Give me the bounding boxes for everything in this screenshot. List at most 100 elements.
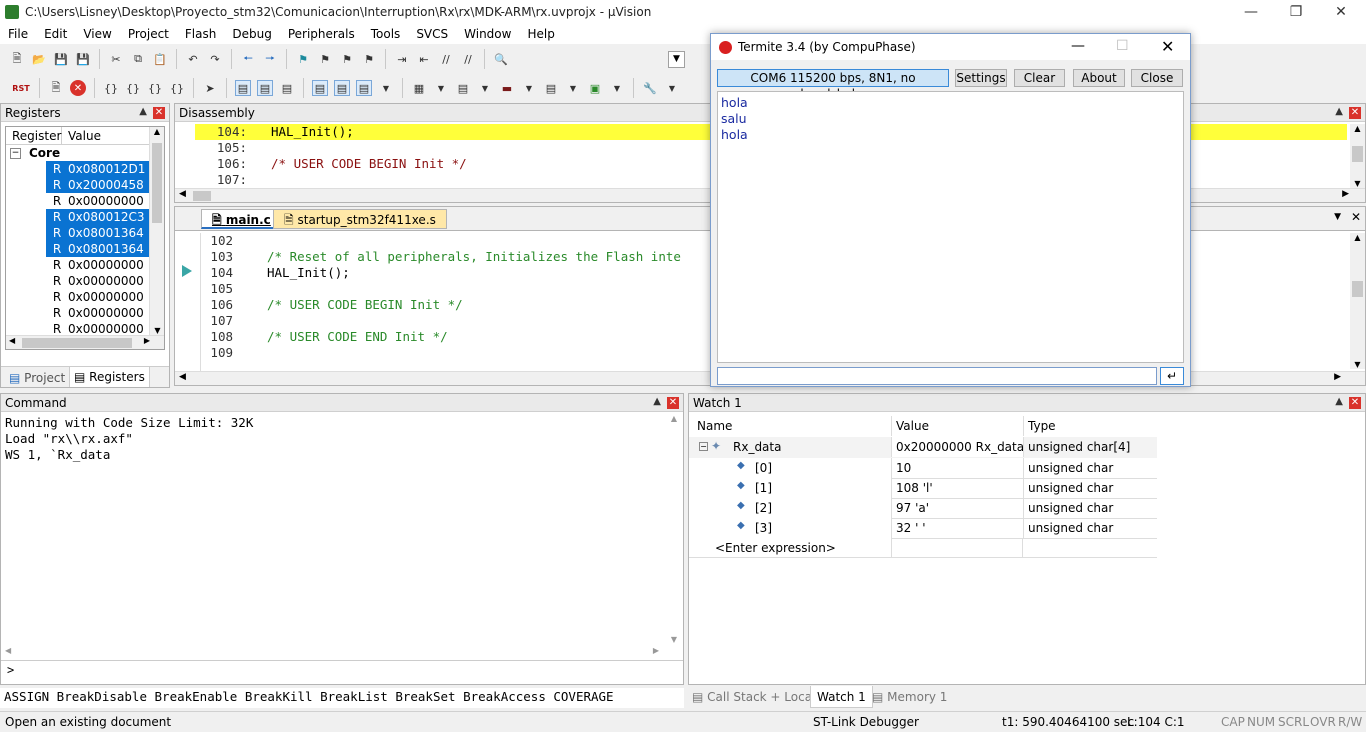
- unindent-icon[interactable]: ⇤: [416, 51, 432, 67]
- symbols-window-icon[interactable]: ▤: [279, 80, 295, 96]
- register-value[interactable]: 0x00000000: [68, 194, 144, 208]
- watch-window-icon[interactable]: ▤: [356, 80, 372, 96]
- tab-call-stack[interactable]: ▤ Call Stack + Locals: [692, 688, 822, 706]
- clear-bookmarks-icon[interactable]: ⚑: [361, 51, 377, 67]
- prev-bookmark-icon[interactable]: ⚑: [317, 51, 333, 67]
- register-value[interactable]: 0x080012C3: [68, 210, 145, 224]
- terminal-input[interactable]: [717, 367, 1157, 385]
- port-status-button[interactable]: COM6 115200 bps, 8N1, no handshake: [717, 69, 949, 101]
- scroll-up-icon[interactable]: ▲: [1350, 233, 1365, 242]
- copy-icon[interactable]: ⧉: [130, 51, 146, 67]
- register-row[interactable]: R 0x08001364: [6, 225, 164, 241]
- open-file-icon[interactable]: 📂: [31, 51, 47, 67]
- indent-icon[interactable]: ⇥: [394, 51, 410, 67]
- register-value[interactable]: 0x00000000: [68, 322, 144, 336]
- command-input-line[interactable]: >: [1, 660, 683, 678]
- clear-button[interactable]: Clear: [1014, 69, 1065, 87]
- run-to-cursor-icon[interactable]: {}: [169, 80, 185, 96]
- save-all-icon[interactable]: 💾: [75, 51, 91, 67]
- scroll-left-icon[interactable]: ◀: [179, 372, 186, 382]
- register-value[interactable]: 0x00000000: [68, 306, 144, 320]
- run-icon[interactable]: 🗎: [48, 80, 64, 96]
- command-window-icon[interactable]: ▤: [235, 80, 251, 96]
- comment-icon[interactable]: //: [438, 51, 454, 67]
- col-name-header[interactable]: Name: [693, 416, 891, 436]
- analysis-dropdown-icon[interactable]: ▼: [521, 80, 537, 96]
- menu-tools[interactable]: Tools: [363, 27, 409, 41]
- system-viewer-icon[interactable]: ▣: [587, 80, 603, 96]
- close-disassembly-icon[interactable]: ✕: [1349, 107, 1361, 119]
- register-value[interactable]: 0x080012D1: [68, 162, 145, 176]
- toolbox-dropdown-icon[interactable]: ▼: [664, 80, 680, 96]
- pin-icon[interactable]: ▲: [653, 396, 661, 407]
- step-out-icon[interactable]: {}: [147, 80, 163, 96]
- register-value[interactable]: 0x00000000: [68, 274, 144, 288]
- scroll-right-icon[interactable]: ▶: [1342, 189, 1349, 199]
- register-row[interactable]: R 0x00000000: [6, 289, 164, 305]
- menu-file[interactable]: File: [0, 27, 36, 41]
- trace-dropdown-icon[interactable]: ▼: [565, 80, 581, 96]
- step-over-icon[interactable]: {}: [125, 80, 141, 96]
- watch-row[interactable]: ◆ [1] 108 'l' unsigned char: [689, 478, 1157, 499]
- register-row[interactable]: R 0x08001364: [6, 241, 164, 257]
- analysis-window-icon[interactable]: ▬: [499, 80, 515, 96]
- disassembly-window-icon[interactable]: ▤: [257, 80, 273, 96]
- step-into-icon[interactable]: {}: [103, 80, 119, 96]
- registers-hscrollbar[interactable]: ◀ ▶: [6, 335, 164, 349]
- register-value[interactable]: 0x00000000: [68, 258, 144, 272]
- scroll-up-icon[interactable]: ▲: [150, 127, 164, 136]
- termite-close-window-button[interactable]: ✕: [1161, 37, 1174, 56]
- hscroll-thumb[interactable]: [193, 191, 211, 201]
- memory-dropdown-icon[interactable]: ▼: [433, 80, 449, 96]
- command-hscrollbar[interactable]: ◀ ▶: [1, 646, 683, 658]
- termite-minimize-button[interactable]: —: [1071, 38, 1085, 54]
- new-file-icon[interactable]: 🗎: [9, 51, 25, 67]
- send-enter-icon[interactable]: ↵: [1160, 367, 1184, 385]
- menu-project[interactable]: Project: [120, 27, 177, 41]
- system-viewer-dropdown-icon[interactable]: ▼: [609, 80, 625, 96]
- registers-group-core[interactable]: − Core: [6, 145, 164, 161]
- register-value[interactable]: 0x08001364: [68, 226, 144, 240]
- register-value[interactable]: 0x00000000: [68, 290, 144, 304]
- scroll-thumb[interactable]: [1352, 146, 1363, 162]
- collapse-icon[interactable]: −: [10, 147, 21, 159]
- close-watch-icon[interactable]: ✕: [1349, 397, 1361, 409]
- menu-flash[interactable]: Flash: [177, 27, 224, 41]
- cut-icon[interactable]: ✂: [108, 51, 124, 67]
- scroll-thumb[interactable]: [152, 143, 162, 223]
- register-row[interactable]: R 0x00000000: [6, 273, 164, 289]
- call-stack-window-icon[interactable]: ▤: [334, 80, 350, 96]
- close-window-button[interactable]: ✕: [1318, 0, 1364, 24]
- registers-window-icon[interactable]: ▤: [312, 80, 328, 96]
- col-type-header[interactable]: Type: [1023, 416, 1157, 436]
- stop-icon[interactable]: ✕: [70, 80, 86, 96]
- watch-child-value[interactable]: 10: [891, 458, 1023, 479]
- scroll-left-icon[interactable]: ◀: [9, 336, 15, 345]
- tab-memory-1[interactable]: ▤ Memory 1: [872, 688, 947, 706]
- tab-main-c[interactable]: 🗎 main.c: [201, 209, 282, 229]
- close-command-icon[interactable]: ✕: [667, 397, 679, 409]
- close-registers-icon[interactable]: ✕: [153, 107, 165, 119]
- collapse-icon[interactable]: −: [699, 442, 708, 451]
- hscroll-thumb[interactable]: [22, 338, 132, 348]
- serial-dropdown-icon[interactable]: ▼: [477, 80, 493, 96]
- menu-debug[interactable]: Debug: [224, 27, 279, 41]
- scroll-up-icon[interactable]: ▲: [1350, 124, 1365, 133]
- scroll-right-icon[interactable]: ▶: [1334, 372, 1341, 382]
- termite-maximize-button[interactable]: ☐: [1116, 38, 1129, 54]
- reset-cpu-button[interactable]: RST: [11, 80, 31, 96]
- scroll-right-icon[interactable]: ▶: [144, 336, 150, 345]
- tab-watch-1[interactable]: Watch 1: [810, 686, 873, 708]
- scroll-down-icon[interactable]: ▼: [667, 635, 681, 644]
- memory-window-icon[interactable]: ▦: [411, 80, 427, 96]
- watch-dropdown-icon[interactable]: ▼: [378, 80, 394, 96]
- scroll-left-icon[interactable]: ◀: [179, 189, 186, 199]
- menu-edit[interactable]: Edit: [36, 27, 75, 41]
- undo-icon[interactable]: ↶: [185, 51, 201, 67]
- menu-peripherals[interactable]: Peripherals: [280, 27, 363, 41]
- register-value[interactable]: 0x20000458: [68, 178, 144, 192]
- tabs-dropdown-icon[interactable]: ▼: [1334, 212, 1341, 222]
- watch-row-root[interactable]: − ✦ Rx_data 0x20000000 Rx_data[] "... un…: [689, 437, 1157, 458]
- menu-help[interactable]: Help: [519, 27, 562, 41]
- watch-child-value[interactable]: 108 'l': [891, 478, 1023, 499]
